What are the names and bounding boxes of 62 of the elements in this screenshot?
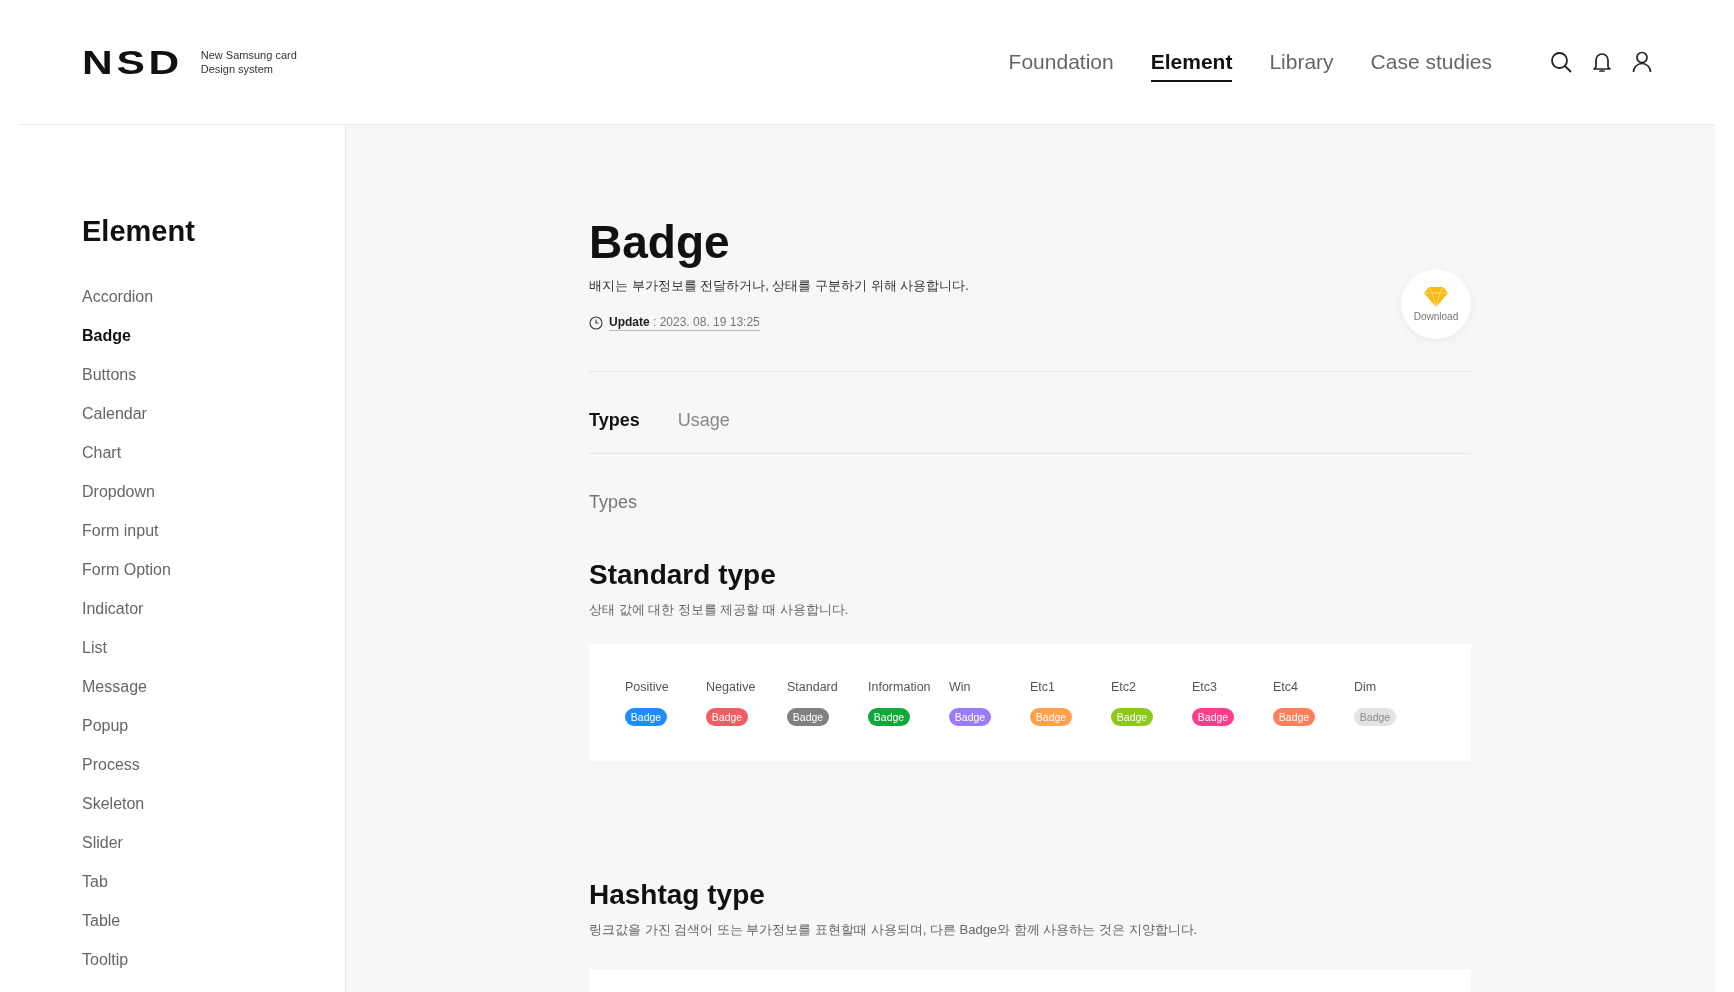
sidebar-item[interactable]: Buttons <box>82 364 137 403</box>
update-info[interactable]: Update : 2023. 08. 19 13:25 <box>609 315 760 331</box>
sidebar-item[interactable]: Process <box>82 754 140 793</box>
sidebar-item[interactable]: Chart <box>82 442 122 481</box>
badge: Badge <box>868 707 910 726</box>
download-button[interactable]: Download <box>1401 269 1471 339</box>
badge: Badge <box>706 707 748 726</box>
badge-label: Positive <box>625 679 669 694</box>
sidebar-item[interactable]: Form Option <box>82 559 171 598</box>
badge-label: Etc2 <box>1111 679 1136 694</box>
sidebar-item[interactable]: Indicator <box>82 598 144 637</box>
bell-icon[interactable] <box>1592 51 1612 73</box>
section-title: Hashtag type <box>589 879 766 911</box>
badge-label: Win <box>949 679 971 694</box>
badge: Badge <box>787 707 829 726</box>
badge-label: Negative <box>706 679 756 694</box>
badge-label: Dim <box>1354 679 1377 694</box>
badge-label: Etc3 <box>1192 679 1217 694</box>
tab[interactable]: Types <box>589 410 640 431</box>
sidebar-item[interactable]: Form input <box>82 520 159 559</box>
nav-link[interactable]: Case studies <box>1370 42 1492 82</box>
page-title: Badge <box>589 215 731 269</box>
sidebar-item[interactable]: Accordion <box>82 286 154 325</box>
clock-icon <box>589 316 603 330</box>
nav-link[interactable]: Library <box>1269 42 1334 82</box>
section-title: Standard type <box>589 559 777 591</box>
badge: Badge <box>1354 707 1396 726</box>
badge: Badge <box>1273 707 1315 726</box>
badge: Badge <box>1111 707 1153 726</box>
logo-tagline: Design system <box>200 62 274 76</box>
tab[interactable]: Usage <box>677 410 730 431</box>
sidebar-item[interactable]: Table <box>82 910 121 949</box>
nav-link[interactable]: Foundation <box>1008 42 1114 82</box>
section-description: 링크값을 가진 검색어 또는 부가정보를 표현할때 사용되며, 다른 Badge와 함께 사용하는 것은 지양합니다. <box>589 921 1199 939</box>
sidebar-item[interactable]: Slider <box>82 832 123 871</box>
sidebar-item[interactable]: Message <box>82 676 147 715</box>
page-description: 배지는 부가정보를 전달하거나, 상태를 구분하기 위해 사용합니다. <box>589 277 969 295</box>
sidebar-item[interactable]: Tab <box>82 871 108 910</box>
section-label: Types <box>589 492 639 513</box>
badge-label: Standard <box>787 679 838 694</box>
sidebar-item[interactable]: List <box>82 637 107 676</box>
badge: Badge <box>949 707 991 726</box>
logo-tagline: New Samsung card <box>200 48 297 62</box>
sidebar-item[interactable]: Skeleton <box>82 793 145 832</box>
sidebar-title: Element <box>82 215 195 248</box>
badge: Badge <box>625 707 667 726</box>
diamond-icon <box>1424 286 1448 307</box>
badge-label: Information <box>868 679 931 694</box>
logo-wordmark[interactable]: NSD <box>82 42 183 82</box>
sidebar-item[interactable]: Dropdown <box>82 481 155 520</box>
badge: Badge <box>1030 707 1072 726</box>
sidebar-item[interactable]: Badge <box>82 325 131 364</box>
section-description: 상태 값에 대한 정보를 제공할 때 사용합니다. <box>589 601 850 619</box>
user-icon[interactable] <box>1632 51 1652 73</box>
sidebar-item[interactable]: Tooltip <box>82 949 129 988</box>
badge-label: Etc1 <box>1030 679 1055 694</box>
nav-link[interactable]: Element <box>1150 42 1233 82</box>
sidebar-item[interactable]: Calendar <box>82 403 147 442</box>
search-icon[interactable] <box>1550 51 1572 73</box>
badge-label: Etc4 <box>1273 679 1298 694</box>
badge: Badge <box>1192 707 1234 726</box>
sidebar-item[interactable]: Popup <box>82 715 129 754</box>
